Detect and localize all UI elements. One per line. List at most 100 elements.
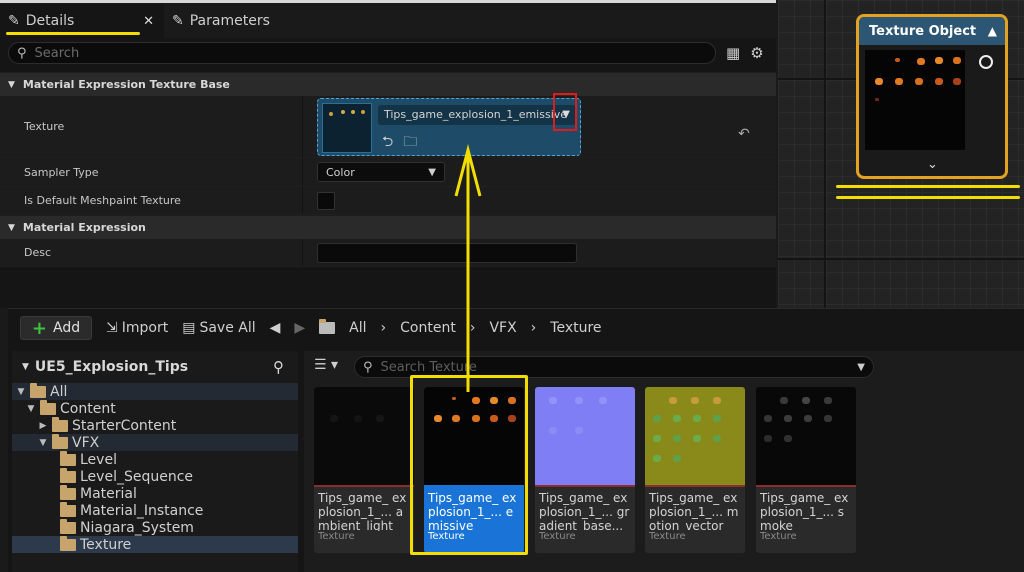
node-header[interactable]: Texture Object ▲ — [859, 17, 1005, 45]
annotation-highlight-box — [553, 93, 577, 131]
smoke-sprite — [804, 415, 812, 422]
smoke-sprite — [780, 397, 788, 404]
reset-to-default-icon[interactable]: ↶ — [738, 126, 750, 142]
breadcrumb-item[interactable]: VFX — [489, 320, 516, 336]
gradient-sprite — [549, 427, 557, 434]
collapse-caret-icon[interactable]: ▲ — [988, 24, 997, 38]
filter-icon[interactable]: ☰ ▾ — [314, 357, 338, 373]
flame-sprite — [935, 78, 943, 85]
chevron-down-icon[interactable]: ▼ — [857, 362, 865, 373]
output-pin-icon[interactable] — [979, 55, 993, 69]
search-icon[interactable]: ⚲ — [273, 358, 284, 376]
asset-tile[interactable]: Tips_game_ explosion_1_... ambient_light… — [314, 387, 414, 553]
import-button[interactable]: ⇲ Import — [106, 320, 168, 336]
asset-type: Texture — [318, 531, 355, 542]
close-icon[interactable]: ✕ — [143, 14, 154, 29]
tree-item-niagara-system[interactable]: Niagara_System — [12, 518, 298, 536]
smoke-sprite — [802, 397, 810, 404]
folder-icon — [40, 399, 56, 415]
smoke-sprite — [824, 397, 832, 404]
asset-tile[interactable]: Tips_game_ explosion_1_... gradient_base… — [535, 387, 635, 553]
flame-sprite — [953, 78, 961, 85]
texture-dropdown[interactable]: Tips_game_explosion_1_emissive ▼ — [378, 104, 576, 125]
tree-item-material[interactable]: Material — [12, 484, 298, 502]
tree-item-label: Niagara_System — [80, 519, 194, 536]
table-view-icon[interactable]: ▦ — [726, 44, 740, 62]
tabbar-highlight — [0, 0, 776, 3]
prop-row-desc: Desc — [0, 239, 776, 267]
details-search-input[interactable]: ⚲ Search — [8, 42, 716, 64]
prop-value: Color ▼ — [303, 158, 776, 186]
tab-details-label: Details — [25, 13, 75, 29]
texture-value: Tips_game_explosion_1_emissive — [384, 108, 568, 121]
asset-name: Tips_game_ explosion_1_... smoke — [760, 491, 849, 531]
asset-search-placeholder: Search Texture — [380, 359, 477, 375]
breadcrumb-item[interactable]: Texture — [550, 320, 601, 336]
annotation-underline — [836, 185, 1020, 188]
breadcrumb-item[interactable]: All — [349, 320, 366, 336]
asset-type: Texture — [760, 531, 797, 542]
desc-input[interactable] — [317, 242, 577, 263]
prop-label: Sampler Type — [0, 158, 303, 186]
section-expression[interactable]: ▼ Material Expression — [0, 215, 776, 239]
sampler-type-select[interactable]: Color ▼ — [317, 162, 445, 182]
flame-sprite — [917, 58, 925, 65]
tree-item-content[interactable]: ▼ Content — [12, 399, 298, 417]
tree-item-vfx[interactable]: ▼ VFX — [12, 433, 298, 451]
forward-icon[interactable]: ▶ — [294, 320, 305, 336]
back-icon[interactable]: ◀ — [270, 320, 281, 336]
meshpaint-checkbox[interactable] — [317, 191, 335, 210]
texture-thumbnail[interactable] — [322, 102, 372, 153]
prop-value — [303, 239, 776, 266]
smoke-sprite — [784, 415, 792, 422]
expand-chevron-icon[interactable]: ⌄ — [927, 157, 938, 172]
add-button[interactable]: + Add — [20, 316, 92, 340]
motion-sprite — [653, 415, 661, 422]
tree-item-label: Texture — [80, 536, 132, 553]
texture-asset-picker[interactable]: Tips_game_explosion_1_emissive ▼ ⮌ 🗀 — [317, 97, 581, 156]
breadcrumb-item[interactable]: Content — [400, 320, 456, 336]
tree-item-startercontent[interactable]: ▶ StarterContent — [12, 416, 298, 434]
breadcrumb-separator-icon: › — [380, 320, 387, 336]
details-tabbar: ✎ Details ✕ ✎ Parameters — [0, 0, 776, 38]
tree-item-level-sequence[interactable]: Level_Sequence — [12, 467, 298, 485]
asset-type: Texture — [649, 531, 686, 542]
tree-item-label: All — [50, 383, 68, 400]
flame-sprite — [875, 78, 883, 85]
asset-tile[interactable]: Tips_game_ explosion_1_... smoke Texture — [756, 387, 856, 553]
pencil-icon: ✎ — [172, 13, 184, 29]
details-panel: ✎ Details ✕ ✎ Parameters ⚲ Search ▦ ⚙ ▼ … — [0, 0, 776, 308]
folder-icon — [60, 450, 76, 466]
tree-item-level[interactable]: Level — [12, 450, 298, 468]
save-all-button[interactable]: ▤ Save All — [182, 320, 255, 336]
collapse-arrow-icon[interactable]: ▼ — [22, 362, 29, 372]
graph-gridline — [824, 0, 826, 308]
tree-item-label: Material — [80, 485, 137, 502]
section-texture-base[interactable]: ▼ Material Expression Texture Base — [0, 72, 776, 96]
tab-parameters-label: Parameters — [189, 13, 270, 29]
save-icon: ▤ — [182, 320, 196, 336]
tree-item-all[interactable]: ▼ All — [12, 382, 298, 400]
folder-icon — [60, 518, 76, 534]
tab-parameters[interactable]: ✎ Parameters — [164, 4, 278, 38]
motion-sprite — [673, 455, 681, 462]
prop-row-texture: Texture Tips_game_explosion_1_emissive ▼… — [0, 96, 776, 158]
node-texture-preview — [865, 50, 965, 150]
tree-item-texture[interactable]: Texture — [12, 535, 298, 553]
flame-sprite — [351, 109, 355, 114]
expand-arrow-icon: ▼ — [8, 79, 15, 90]
content-browser-toolbar: + Add ⇲ Import ▤ Save All ◀ ▶ All › Cont… — [8, 309, 1024, 347]
asset-tile[interactable]: Tips_game_ explosion_1_... motion_vector… — [645, 387, 745, 553]
gear-icon[interactable]: ⚙ — [750, 44, 763, 62]
tree-item-material-instance[interactable]: Material_Instance — [12, 501, 298, 519]
texture-object-node[interactable]: Texture Object ▲ ⌄ — [856, 14, 1008, 179]
gradient-sprite — [549, 397, 557, 404]
annotation-highlight-box — [410, 375, 528, 555]
flame-sprite — [875, 98, 879, 101]
browse-folder-icon[interactable]: 🗀 — [403, 131, 417, 155]
use-selected-icon[interactable]: ⮌ — [382, 131, 393, 155]
node-title: Texture Object — [869, 23, 977, 39]
flame-sprite — [935, 57, 943, 64]
expand-arrow-icon: ▼ — [39, 437, 47, 448]
tree-item-label: Material_Instance — [80, 502, 204, 519]
